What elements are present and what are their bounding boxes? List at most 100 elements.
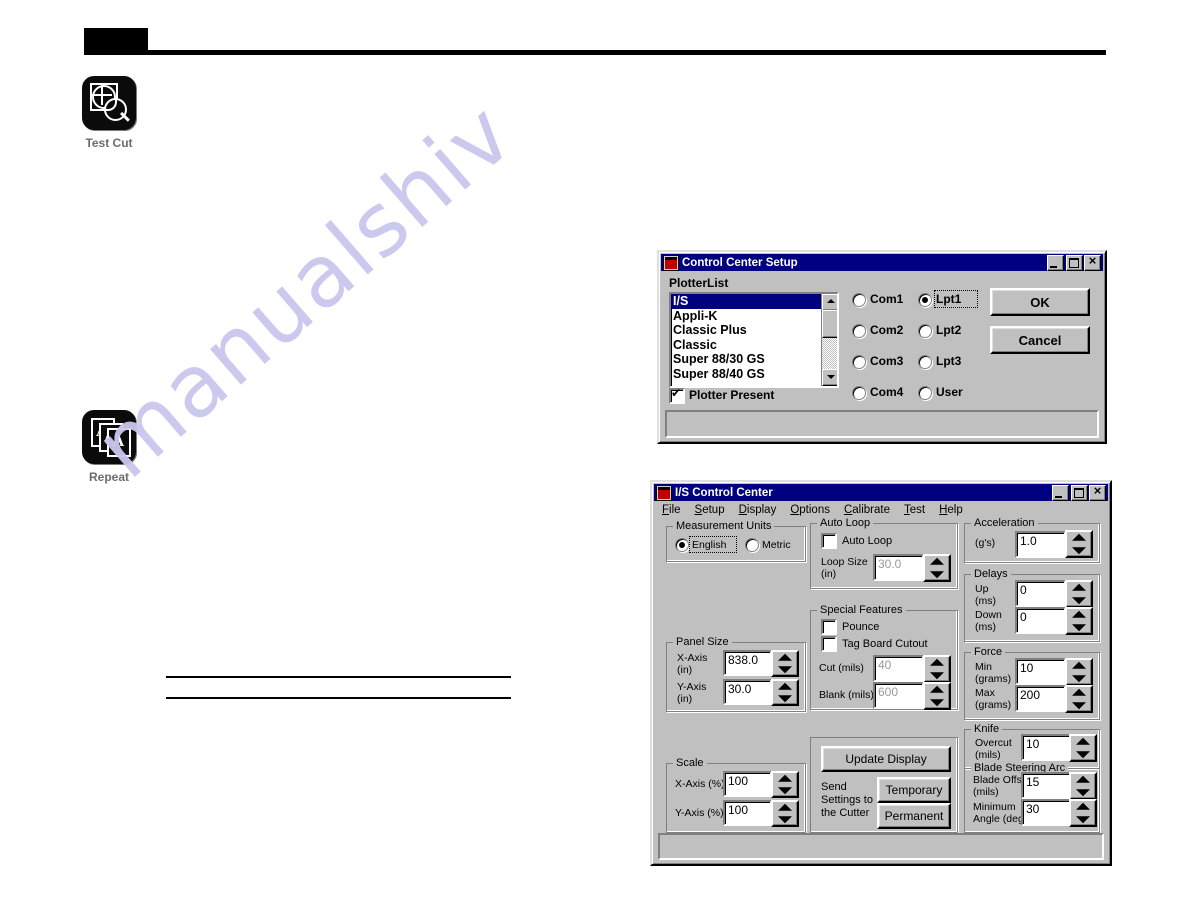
setup-window-buttons[interactable] — [1047, 253, 1101, 271]
stepper-up-icon[interactable] — [1071, 801, 1095, 813]
tag-board-cutout-checkbox[interactable] — [821, 636, 837, 652]
menu-file[interactable]: File — [655, 503, 688, 517]
plotter-present-checkbox[interactable] — [669, 386, 685, 404]
stepper-down-icon[interactable] — [773, 814, 797, 826]
stepper-down-icon[interactable] — [773, 785, 797, 797]
delay-up-input[interactable]: 0 — [1015, 580, 1066, 607]
menu-help[interactable]: Help — [932, 503, 970, 517]
acceleration-input[interactable]: 1.0 — [1015, 531, 1066, 558]
auto-loop-checkbox[interactable] — [821, 533, 837, 549]
plotter-listbox[interactable]: I/S Appli-K Classic Plus Classic Super 8… — [669, 292, 839, 388]
scale-x-stepper[interactable] — [771, 771, 799, 798]
menu-display[interactable]: Display — [732, 503, 784, 517]
force-min-stepper[interactable] — [1065, 658, 1093, 686]
cc-window-buttons[interactable] — [1052, 483, 1106, 501]
menu-calibrate[interactable]: Calibrate — [837, 503, 897, 517]
panel-y-stepper[interactable] — [771, 679, 799, 706]
delay-up-stepper[interactable] — [1065, 580, 1093, 608]
menu-setup[interactable]: Setup — [688, 503, 732, 517]
loop-size-stepper[interactable] — [923, 554, 951, 582]
list-item[interactable]: Appli-K — [671, 309, 837, 324]
stepper-up-icon[interactable] — [1067, 609, 1091, 621]
blade-offset-input[interactable]: 15 — [1021, 772, 1072, 799]
stepper-down-icon[interactable] — [925, 696, 949, 708]
stepper-down-icon[interactable] — [773, 693, 797, 705]
radio-metric[interactable] — [745, 538, 759, 552]
stepper-up-icon[interactable] — [1067, 532, 1091, 544]
radio-com2[interactable] — [852, 324, 866, 338]
update-display-button[interactable]: Update Display — [821, 746, 951, 772]
minimize-button[interactable] — [1052, 484, 1069, 501]
stepper-down-icon[interactable] — [925, 669, 949, 681]
force-max-stepper[interactable] — [1065, 685, 1093, 713]
pounce-checkbox[interactable] — [821, 619, 837, 635]
list-item[interactable]: I/S — [671, 294, 837, 309]
cut-mils-input[interactable]: 40 — [873, 655, 924, 682]
permanent-button[interactable]: Permanent — [877, 803, 951, 829]
minimize-button[interactable] — [1047, 254, 1064, 271]
listbox-scrollbar[interactable] — [821, 294, 837, 386]
loop-size-input[interactable]: 30.0 — [873, 554, 924, 581]
scroll-down-icon[interactable] — [822, 369, 837, 386]
minimum-angle-input[interactable]: 30 — [1021, 799, 1072, 826]
stepper-up-icon[interactable] — [773, 802, 797, 814]
delay-down-stepper[interactable] — [1065, 607, 1093, 635]
stepper-down-icon[interactable] — [1067, 621, 1091, 633]
stepper-down-icon[interactable] — [925, 568, 949, 580]
list-item[interactable]: Super 88/30 GS — [671, 352, 837, 367]
list-item[interactable]: Classic — [671, 338, 837, 353]
stepper-up-icon[interactable] — [1071, 774, 1095, 786]
stepper-up-icon[interactable] — [773, 681, 797, 693]
stepper-up-icon[interactable] — [1067, 582, 1091, 594]
temporary-button[interactable]: Temporary — [877, 777, 951, 803]
maximize-button[interactable] — [1071, 484, 1088, 501]
stepper-down-icon[interactable] — [1067, 594, 1091, 606]
stepper-up-icon[interactable] — [1067, 660, 1091, 672]
radio-lpt3[interactable] — [918, 355, 932, 369]
stepper-up-icon[interactable] — [925, 556, 949, 568]
stepper-down-icon[interactable] — [1067, 672, 1091, 684]
delay-down-input[interactable]: 0 — [1015, 607, 1066, 634]
acceleration-stepper[interactable] — [1065, 530, 1093, 558]
scrollbar-thumb[interactable] — [822, 310, 837, 338]
stepper-up-icon[interactable] — [925, 684, 949, 696]
close-button[interactable] — [1089, 483, 1106, 501]
panel-y-input[interactable]: 30.0 — [723, 679, 772, 705]
stepper-down-icon[interactable] — [1067, 699, 1091, 711]
cancel-button[interactable]: Cancel — [990, 326, 1090, 354]
scale-x-input[interactable]: 100 — [723, 771, 772, 797]
minimum-angle-stepper[interactable] — [1069, 799, 1097, 827]
stepper-up-icon[interactable] — [925, 657, 949, 669]
radio-lpt2[interactable] — [918, 324, 932, 338]
radio-com4[interactable] — [852, 386, 866, 400]
stepper-down-icon[interactable] — [1071, 786, 1095, 798]
knife-overcut-stepper[interactable] — [1069, 734, 1097, 762]
list-item[interactable]: Classic Plus — [671, 323, 837, 338]
stepper-down-icon[interactable] — [1071, 813, 1095, 825]
close-button[interactable] — [1084, 253, 1101, 271]
scroll-up-icon[interactable] — [822, 294, 837, 311]
blank-mils-input[interactable]: 600 — [873, 682, 924, 709]
stepper-up-icon[interactable] — [773, 652, 797, 664]
radio-lpt1[interactable] — [918, 293, 932, 307]
cc-titlebar[interactable]: I/S Control Center — [654, 483, 1108, 501]
radio-user[interactable] — [918, 386, 932, 400]
blade-offset-stepper[interactable] — [1069, 772, 1097, 800]
stepper-down-icon[interactable] — [1067, 544, 1091, 556]
blank-mils-stepper[interactable] — [923, 682, 951, 710]
menu-options[interactable]: Options — [783, 503, 837, 517]
ok-button[interactable]: OK — [990, 288, 1090, 316]
force-min-input[interactable]: 10 — [1015, 658, 1066, 685]
control-center-window[interactable]: I/S Control Center FileSetupDisplayOptio… — [650, 480, 1112, 866]
stepper-down-icon[interactable] — [773, 664, 797, 676]
stepper-up-icon[interactable] — [1071, 736, 1095, 748]
menu-test[interactable]: Test — [897, 503, 932, 517]
radio-com1[interactable] — [852, 293, 866, 307]
scale-y-input[interactable]: 100 — [723, 800, 772, 826]
control-center-setup-window[interactable]: Control Center Setup PlotterList I/S App… — [657, 250, 1107, 444]
scale-y-stepper[interactable] — [771, 800, 799, 827]
knife-overcut-input[interactable]: 10 — [1021, 734, 1072, 761]
panel-x-input[interactable]: 838.0 — [723, 650, 772, 676]
stepper-up-icon[interactable] — [773, 773, 797, 785]
radio-com3[interactable] — [852, 355, 866, 369]
